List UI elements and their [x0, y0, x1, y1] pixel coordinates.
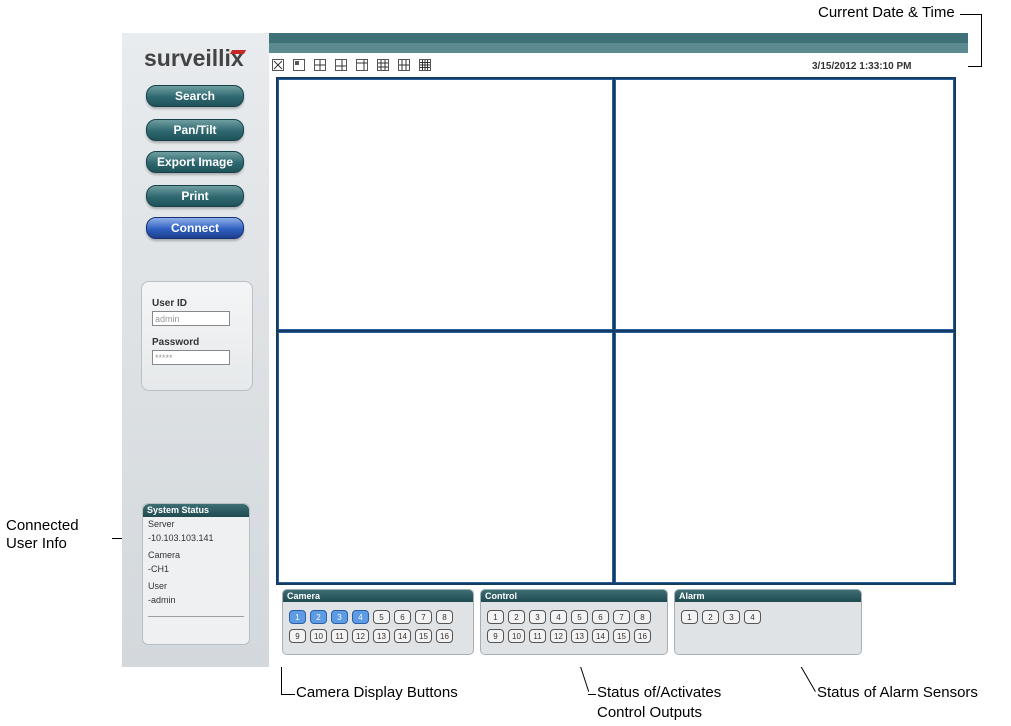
control-button-15[interactable]: 15 [613, 629, 630, 643]
callout-camera-display-buttons: Camera Display Buttons [296, 684, 458, 701]
connect-button[interactable]: Connect [146, 217, 244, 239]
control-button-4[interactable]: 4 [550, 610, 567, 624]
control-button-1[interactable]: 1 [487, 610, 504, 624]
camera-button-2[interactable]: 2 [310, 610, 327, 624]
password-field[interactable]: ***** [152, 350, 230, 365]
camera-value: -CH1 [148, 564, 170, 574]
camera-view-4[interactable] [615, 332, 954, 583]
callout-connected-user-info-1: Connected [6, 517, 79, 534]
camera-button-16[interactable]: 16 [436, 629, 453, 643]
server-label: Server [148, 519, 175, 529]
camera-view-3[interactable] [278, 332, 613, 583]
alarm-panel-title: Alarm [675, 590, 861, 602]
camera-button-1[interactable]: 1 [289, 610, 306, 624]
layout-8-icon[interactable] [356, 59, 368, 71]
control-button-14[interactable]: 14 [592, 629, 609, 643]
control-button-8[interactable]: 8 [634, 610, 651, 624]
title-bar-lower [269, 43, 968, 53]
user-id-field[interactable]: admin [152, 311, 230, 326]
layout-4-icon[interactable] [314, 59, 326, 71]
pan-tilt-button[interactable]: Pan/Tilt [146, 119, 244, 141]
alarm-panel: Alarm 1234 [674, 589, 862, 655]
user-label: User [148, 581, 168, 591]
camera-button-3[interactable]: 3 [331, 610, 348, 624]
camera-button-12[interactable]: 12 [352, 629, 369, 643]
alarm-button-2[interactable]: 2 [702, 610, 719, 624]
control-button-9[interactable]: 9 [487, 629, 504, 643]
camera-button-13[interactable]: 13 [373, 629, 390, 643]
server-value: -10.103.103.141 [148, 533, 214, 543]
camera-button-7[interactable]: 7 [415, 610, 432, 624]
system-status-box: System Status Server -10.103.103.141 Cam… [142, 503, 250, 645]
layout-16-icon[interactable] [419, 59, 431, 71]
callout-alarm-sensors: Status of Alarm Sensors [817, 684, 978, 701]
status-divider [148, 616, 244, 617]
layout-toolbar [272, 57, 532, 75]
control-button-7[interactable]: 7 [613, 610, 630, 624]
camera-label: Camera [148, 550, 181, 560]
layout-10-icon[interactable] [398, 59, 410, 71]
camera-view-2[interactable] [615, 79, 954, 330]
control-button-16[interactable]: 16 [634, 629, 651, 643]
control-button-12[interactable]: 12 [550, 629, 567, 643]
camera-button-10[interactable]: 10 [310, 629, 327, 643]
camera-button-6[interactable]: 6 [394, 610, 411, 624]
control-button-13[interactable]: 13 [571, 629, 588, 643]
control-panel-title: Control [481, 590, 667, 602]
control-button-10[interactable]: 10 [508, 629, 525, 643]
print-button[interactable]: Print [146, 185, 244, 207]
camera-button-14[interactable]: 14 [394, 629, 411, 643]
camera-button-9[interactable]: 9 [289, 629, 306, 643]
alarm-button-3[interactable]: 3 [723, 610, 740, 624]
camera-button-11[interactable]: 11 [331, 629, 348, 643]
callout-line [281, 694, 295, 695]
logo-mark [229, 50, 247, 54]
user-value: -admin [148, 595, 176, 605]
system-status-title: System Status [143, 504, 249, 517]
close-icon[interactable] [272, 59, 284, 71]
login-box: User ID admin Password ***** [141, 281, 253, 391]
camera-panel: Camera 1 2 3 4 5 6 7 8 9 10 11 12 13 14 15 16 [282, 589, 474, 655]
callout-line [981, 14, 982, 66]
alarm-button-4[interactable]: 4 [744, 610, 761, 624]
callout-current-date-time: Current Date & Time [818, 4, 955, 21]
camera-panel-title: Camera [283, 590, 473, 602]
camera-button-15[interactable]: 15 [415, 629, 432, 643]
callout-connected-user-info-2: User Info [6, 535, 67, 552]
current-datetime: 3/15/2012 1:33:10 PM [812, 61, 912, 72]
layout-9-icon[interactable] [377, 59, 389, 71]
control-button-11[interactable]: 11 [529, 629, 546, 643]
callout-control-outputs-2: Control Outputs [597, 704, 703, 721]
camera-button-8[interactable]: 8 [436, 610, 453, 624]
layout-6-icon[interactable] [335, 59, 347, 71]
search-button[interactable]: Search [146, 85, 244, 107]
control-button-2[interactable]: 2 [508, 610, 525, 624]
layout-1-icon[interactable] [293, 59, 305, 71]
title-bar [269, 33, 968, 43]
callout-control-outputs-1: Status of/Activates [597, 684, 722, 701]
control-panel: Control 1 2 3 4 5 6 7 8 9 10 11 12 13 14 15 16 [480, 589, 668, 655]
password-label: Password [152, 337, 200, 348]
control-button-5[interactable]: 5 [571, 610, 588, 624]
callout-line [588, 694, 596, 695]
alarm-button-1[interactable]: 1 [681, 610, 698, 624]
callout-line [960, 14, 982, 15]
camera-button-4[interactable]: 4 [352, 610, 369, 624]
camera-button-5[interactable]: 5 [373, 610, 390, 624]
surveillix-app: surveillix Search Pan/Tilt Export Image … [122, 33, 968, 667]
control-button-3[interactable]: 3 [529, 610, 546, 624]
control-button-6[interactable]: 6 [592, 610, 609, 624]
camera-view-1[interactable] [278, 79, 613, 330]
camera-view-grid [276, 77, 956, 585]
export-image-button[interactable]: Export Image [146, 151, 244, 173]
sidebar: surveillix Search Pan/Tilt Export Image … [122, 33, 269, 667]
user-id-label: User ID [152, 298, 188, 309]
logo: surveillix [144, 45, 244, 71]
